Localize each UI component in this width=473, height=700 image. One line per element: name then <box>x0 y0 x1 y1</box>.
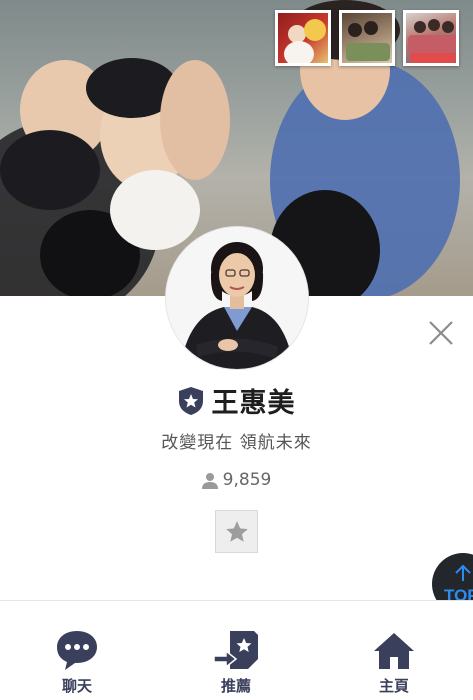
tab-chat[interactable]: 聊天 <box>17 601 137 700</box>
cover-thumbnail[interactable] <box>275 10 331 66</box>
avatar-portrait <box>166 227 308 369</box>
followers-count: 9,859 <box>0 470 473 490</box>
official-shield-icon <box>178 386 203 415</box>
bottom-tab-bar: 聊天 推薦 主頁 <box>0 600 473 700</box>
photo-strip <box>275 10 459 66</box>
star-icon <box>225 520 248 542</box>
followers-number: 9,859 <box>222 470 272 490</box>
tab-chat-label: 聊天 <box>61 677 92 695</box>
tab-home[interactable]: 主頁 <box>334 601 454 700</box>
profile-name: 王惠美 <box>211 388 296 419</box>
cover-thumbnail[interactable] <box>339 10 395 66</box>
arrow-up-icon <box>455 564 471 581</box>
person-icon <box>201 472 218 489</box>
favorite-button[interactable] <box>215 510 258 553</box>
home-icon <box>374 633 414 669</box>
close-icon <box>429 321 453 345</box>
close-button[interactable] <box>424 316 458 350</box>
profile-avatar[interactable] <box>166 227 308 369</box>
cover-thumbnail[interactable] <box>403 10 459 66</box>
profile-name-row: 王惠美 <box>0 381 473 420</box>
chat-bubble-icon <box>57 631 97 670</box>
tab-recommend-label: 推薦 <box>220 677 251 695</box>
tab-home-label: 主頁 <box>378 677 409 695</box>
tab-recommend[interactable]: 推薦 <box>176 601 296 700</box>
share-recommend-icon <box>213 631 258 669</box>
status-message: 改變現在 領航未來 <box>161 433 312 453</box>
